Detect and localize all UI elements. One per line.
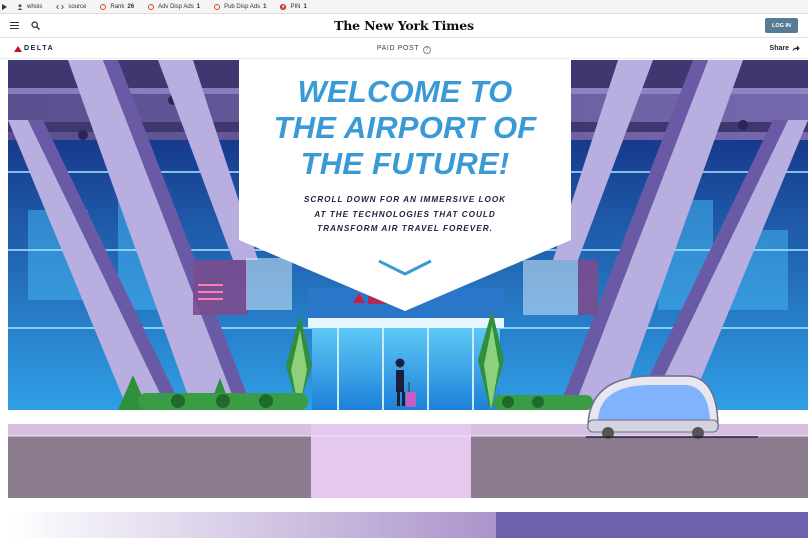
delta-triangle-icon [14,45,22,52]
rank-ring-icon [100,3,107,10]
delta-logo[interactable]: DELTA [14,45,54,52]
seo-arrow-icon[interactable] [2,3,7,10]
share-button[interactable]: Share [770,45,800,52]
paid-post-text: PAID POST [376,45,420,52]
pin-icon [280,3,287,10]
seo-source-label: source [68,3,87,10]
nyt-header: The New York Times LOG IN [0,15,808,38]
paid-post-bar: DELTA PAID POST? Share [0,39,808,59]
scroll-down-chevron-icon[interactable] [377,259,433,277]
hero-subhead: SCROLL DOWN FOR AN IMMERSIVE LOOK AT THE… [239,193,571,237]
seo-whois[interactable]: whois [17,4,42,10]
nyt-logo[interactable]: The New York Times [0,18,808,33]
hero-headline: WELCOME TO THE AIRPORT OF THE FUTURE! [239,74,571,182]
share-label: Share [769,45,789,52]
seo-adv-value: 1 [196,3,201,10]
login-button[interactable]: LOG IN [765,18,798,33]
headline-line-2: THE AIRPORT OF [273,110,537,145]
hero-illustration: WELCOME TO THE AIRPORT OF THE FUTURE! SC… [8,60,808,538]
pub-ring-icon [214,3,221,10]
user-icon [17,3,23,10]
seo-pub-label: Pub Disp Ads [224,3,261,10]
seo-adv-disp-ads[interactable]: Adv Disp Ads 1 [148,3,201,10]
seo-rank[interactable]: Rank 26 [100,3,135,10]
seo-rank-label: Rank [110,3,125,10]
seo-whois-label: whois [27,3,43,10]
subhead-line-2: AT THE TECHNOLOGIES THAT COULD [314,209,496,219]
help-icon[interactable]: ? [423,46,432,54]
seo-adv-label: Adv Disp Ads [158,3,194,10]
seo-pin-value: 1 [303,3,307,10]
adv-ring-icon [148,3,155,10]
menu-icon[interactable] [10,22,19,29]
seo-rank-value: 26 [127,3,135,10]
search-icon[interactable] [31,21,40,30]
seo-pub-value: 1 [263,3,267,10]
headline-line-1: WELCOME TO [297,74,513,109]
seo-toolbar: whois source Rank 26 Adv Disp Ads 1 Pub … [0,0,808,14]
seo-pin-label: PIN [290,3,301,10]
paid-post-label: PAID POST? [0,45,808,54]
code-icon [56,4,65,9]
subhead-line-3: TRANSFORM AIR TRAVEL FOREVER. [317,224,493,233]
hero-text-panel: WELCOME TO THE AIRPORT OF THE FUTURE! SC… [239,60,571,237]
headline-line-3: THE FUTURE! [300,146,510,181]
share-arrow-icon [792,45,800,52]
seo-source[interactable]: source [56,4,86,10]
seo-pub-disp-ads[interactable]: Pub Disp Ads 1 [214,3,267,10]
delta-logo-text: DELTA [24,45,55,52]
subhead-line-1: SCROLL DOWN FOR AN IMMERSIVE LOOK [303,195,507,204]
seo-pin[interactable]: PIN 1 [280,3,307,10]
